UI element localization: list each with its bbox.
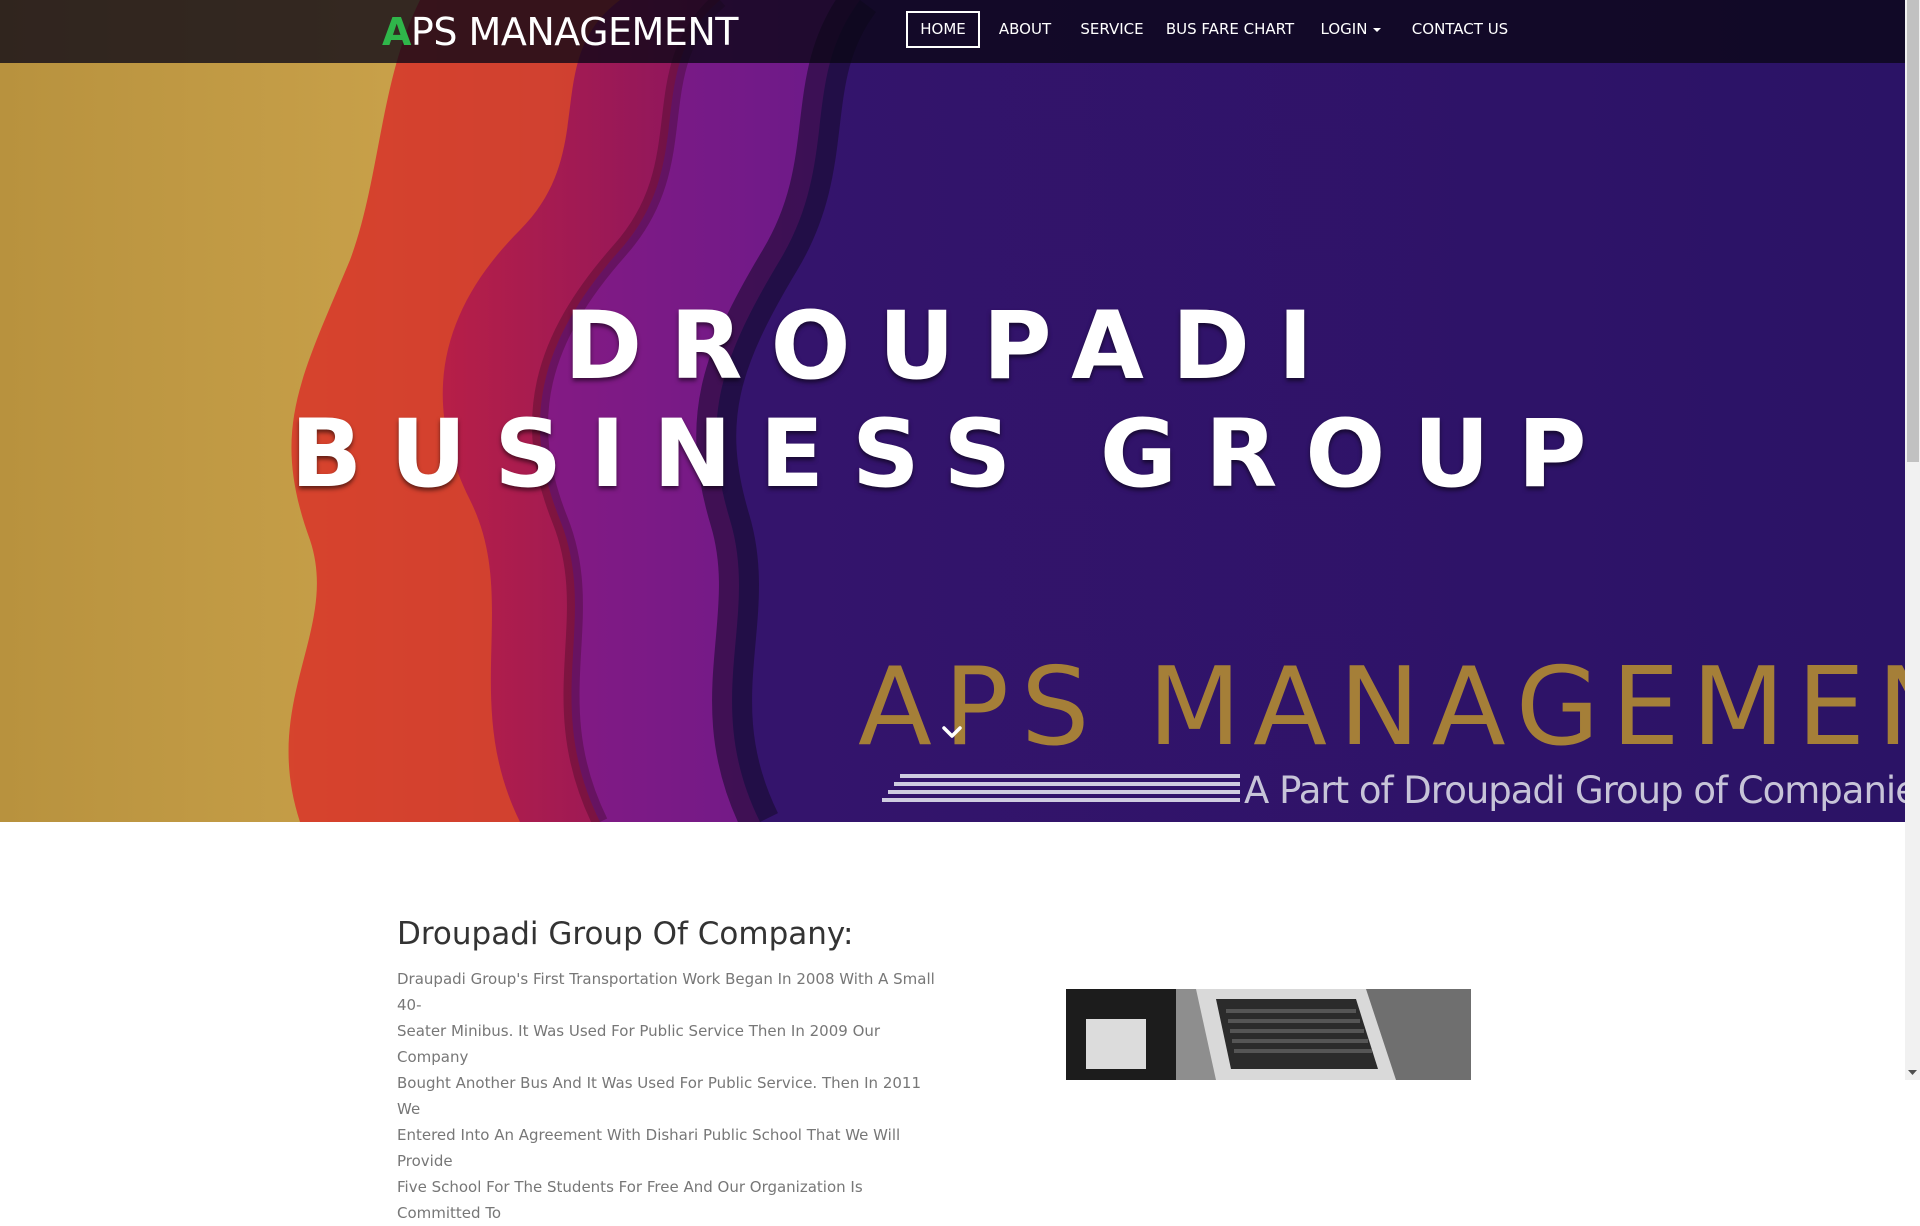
caret-down-icon	[1373, 27, 1382, 32]
scrollbar-thumb[interactable]	[1907, 0, 1919, 462]
chevron-down-icon[interactable]	[940, 720, 964, 744]
laptop-image	[1066, 989, 1471, 1080]
brand-first-letter: A	[382, 10, 411, 54]
section-paragraph: Draupadi Group's First Transportation Wo…	[397, 970, 935, 1222]
nav-item-contact-us[interactable]: CONTACT US	[1410, 11, 1510, 48]
top-navbar: APS MANAGEMENT HOME ABOUT SERVICE BUS FA…	[0, 0, 1905, 63]
hero-title-line1: DROUPADI	[564, 292, 1341, 401]
section-heading: Droupadi Group Of Company:	[397, 916, 854, 952]
nav-item-home[interactable]: HOME	[906, 11, 980, 48]
nav-item-bus-fare-chart[interactable]: BUS FARE CHART	[1164, 11, 1296, 48]
laptop-photo	[1066, 989, 1471, 1080]
brand-logo-link[interactable]: APS MANAGEMENT	[382, 7, 738, 57]
nav-item-about[interactable]: ABOUT	[990, 11, 1060, 48]
nav-item-label: HOME	[920, 20, 966, 38]
banner-tagline: A Part of Droupadi Group of Companies	[1244, 769, 1905, 812]
hero-section: DROUPADI BUSINESS GROUP APS MANAGEMENT A…	[0, 0, 1905, 822]
nav-item-label: CONTACT US	[1411, 20, 1509, 38]
nav-item-label: ABOUT	[998, 20, 1052, 38]
nav-item-label: LOGIN	[1320, 20, 1368, 38]
brand-name: PS MANAGEMENT	[410, 10, 739, 54]
hero-title-line2: BUSINESS GROUP	[290, 400, 1615, 509]
banner-brand-text: APS MANAGEMENT	[858, 645, 1905, 770]
nav-item-login[interactable]: LOGIN	[1312, 11, 1390, 48]
nav-item-label: SERVICE	[1080, 20, 1144, 38]
scroll-down-arrow-icon[interactable]	[1907, 1067, 1918, 1078]
nav-item-service[interactable]: SERVICE	[1075, 11, 1149, 48]
nav-item-label: BUS FARE CHART	[1165, 20, 1295, 38]
banner-stripes-decoration	[882, 774, 1240, 802]
